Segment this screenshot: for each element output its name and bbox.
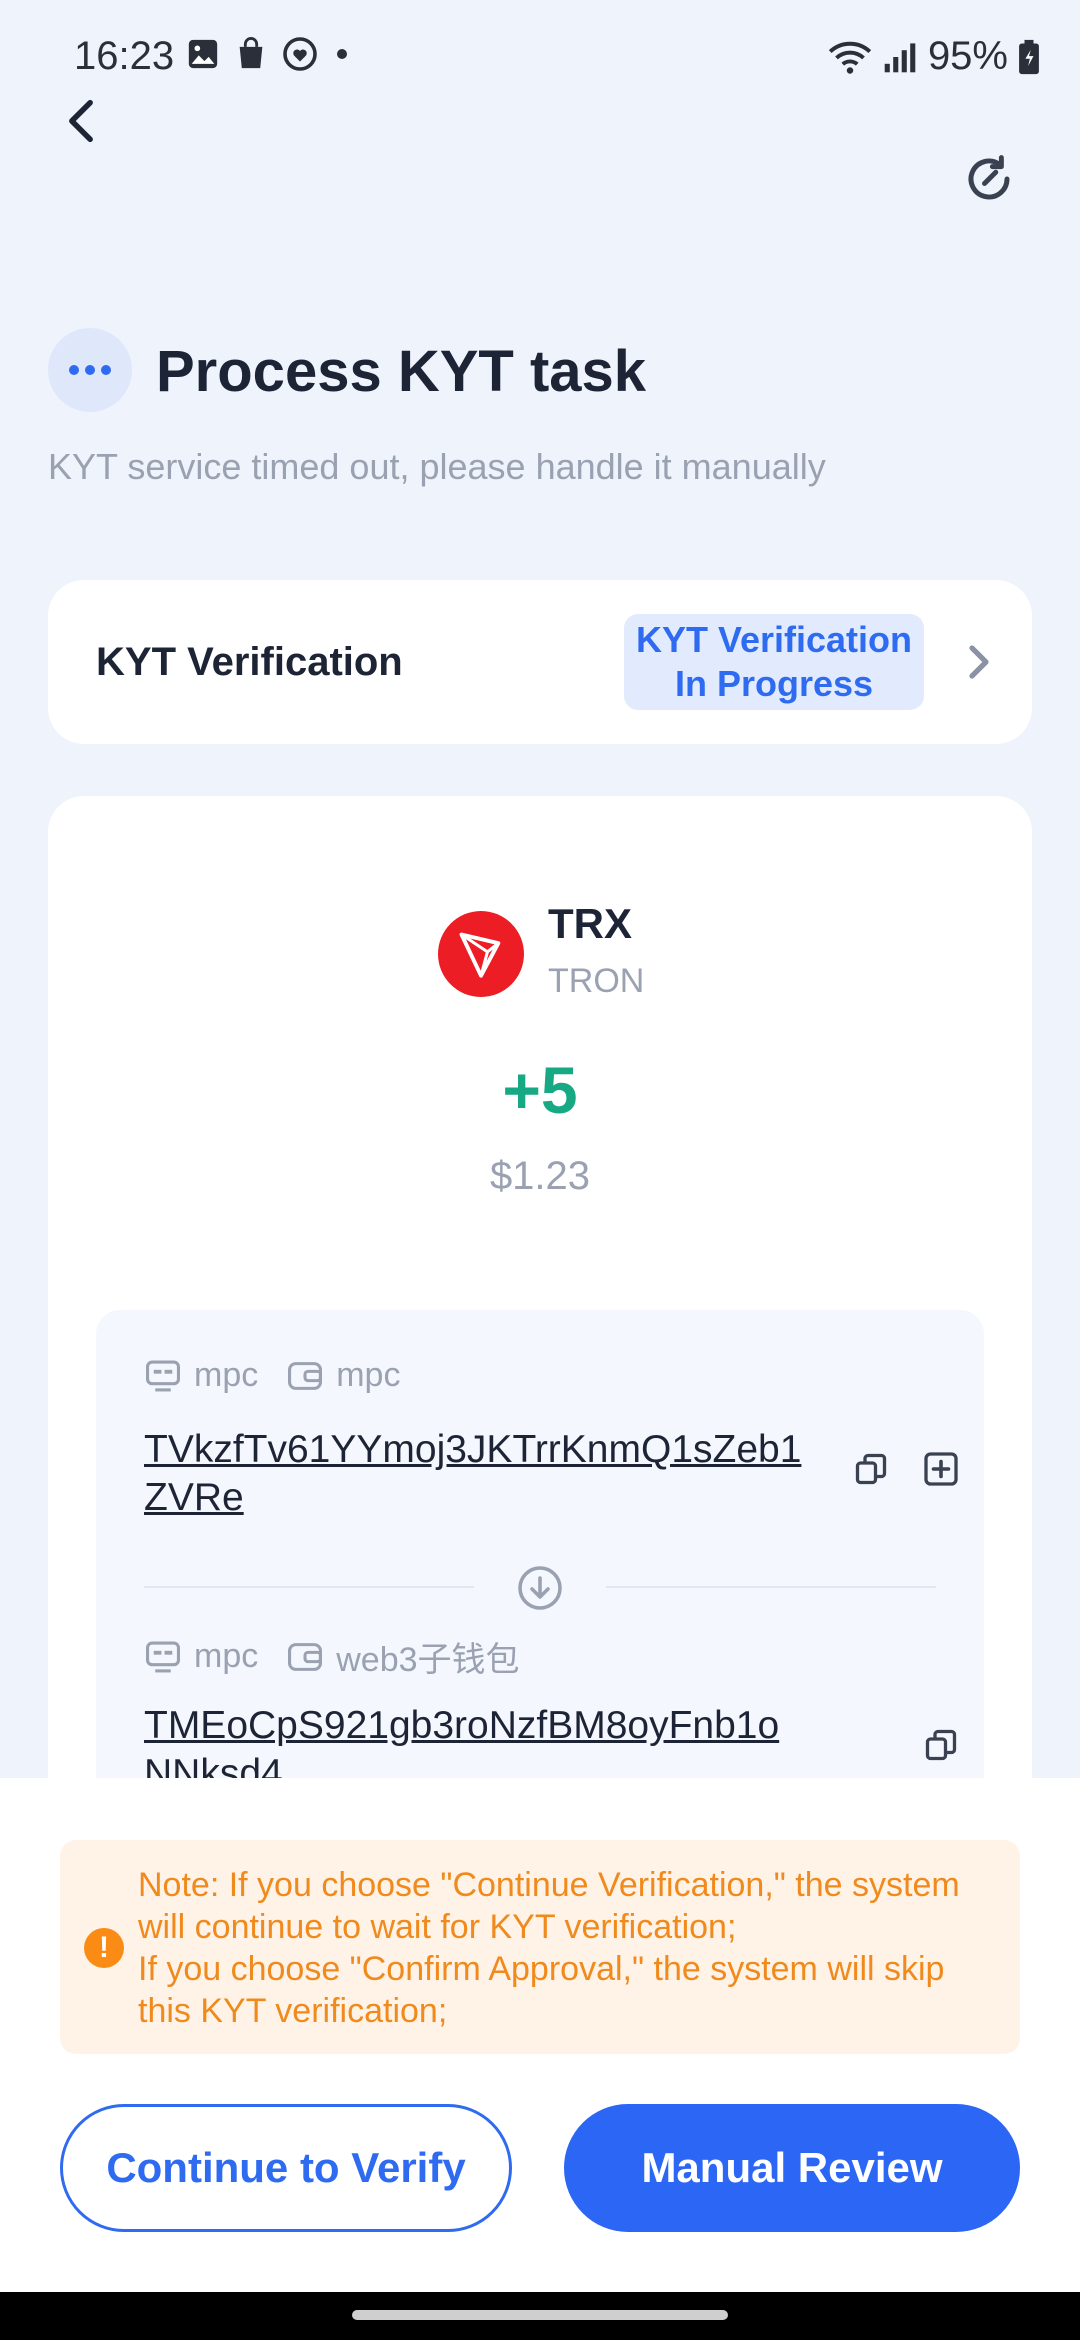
note-line-2: If you choose "Confirm Approval," the sy… bbox=[138, 1950, 945, 2030]
status-time: 16:23 bbox=[74, 34, 175, 78]
kyt-verification-label: KYT Verification bbox=[96, 640, 403, 684]
page-title: Process KYT task bbox=[156, 339, 647, 404]
to-account-tag: mpc bbox=[194, 1637, 259, 1675]
heart-badge-icon bbox=[283, 37, 317, 71]
warning-icon: ! bbox=[84, 1928, 124, 1968]
battery-icon bbox=[1019, 39, 1039, 74]
account-icon bbox=[144, 1359, 182, 1393]
signal-icon bbox=[884, 42, 916, 72]
from-address[interactable]: TVkzfTv61YYmoj3JKTrrKnmQ1sZeb1ZVRe bbox=[144, 1426, 804, 1522]
to-tags: mpc web3子钱包 bbox=[144, 1632, 548, 1681]
add-box-icon bbox=[924, 1452, 958, 1486]
divider-left bbox=[144, 1586, 474, 1588]
tron-triangle-icon bbox=[459, 932, 501, 978]
manual-review-button[interactable]: Manual Review bbox=[564, 2104, 1020, 2232]
from-wallet-tag: mpc bbox=[336, 1356, 401, 1394]
to-wallet-tag: web3子钱包 bbox=[336, 1641, 520, 1679]
wallet-icon bbox=[286, 1359, 324, 1393]
note-box: ! Note: If you choose "Continue Verifica… bbox=[60, 1840, 1020, 2054]
transaction-amount: +5 bbox=[502, 1053, 578, 1127]
shopping-bag-icon bbox=[239, 37, 263, 69]
page-subtitle: KYT service timed out, please handle it … bbox=[48, 446, 826, 487]
kyt-status-line2: In Progress bbox=[674, 663, 874, 704]
from-account-tag: mpc bbox=[194, 1356, 259, 1394]
add-address-button[interactable] bbox=[916, 1444, 966, 1494]
chevron-right-icon bbox=[969, 645, 989, 679]
gallery-icon bbox=[188, 39, 218, 69]
note-line-1: Note: If you choose "Continue Verificati… bbox=[138, 1866, 960, 1946]
task-status-icon bbox=[48, 328, 132, 412]
account-icon bbox=[144, 1640, 182, 1674]
status-system-icons: 95% bbox=[828, 34, 1040, 79]
copy-icon bbox=[925, 1729, 957, 1761]
copy-from-address-button[interactable] bbox=[846, 1444, 896, 1494]
battery-percent: 95% bbox=[927, 34, 1008, 78]
coin-symbol: TRX bbox=[548, 900, 632, 947]
kyt-status-line1: KYT Verification bbox=[635, 619, 913, 660]
status-notification-icons bbox=[186, 36, 352, 72]
home-indicator[interactable] bbox=[352, 2310, 728, 2320]
wifi-icon bbox=[828, 41, 872, 74]
refresh-icon bbox=[968, 155, 1010, 200]
bottom-action-sheet: ! Note: If you choose "Continue Verifica… bbox=[0, 1778, 1080, 2292]
copy-icon bbox=[855, 1453, 887, 1485]
divider-right bbox=[606, 1586, 936, 1588]
kyt-verification-row[interactable]: KYT Verification KYT Verification In Pro… bbox=[48, 580, 1032, 744]
arrow-down-circle-icon bbox=[516, 1564, 564, 1612]
system-nav-bar bbox=[0, 2292, 1080, 2340]
tron-logo-icon bbox=[438, 911, 524, 997]
dot-icon bbox=[337, 49, 347, 59]
wallet-icon bbox=[286, 1640, 324, 1674]
copy-to-address-button[interactable] bbox=[916, 1720, 966, 1770]
chevron-left-icon bbox=[69, 99, 93, 143]
coin-network: TRON bbox=[548, 962, 645, 1000]
from-tags: mpc mpc bbox=[144, 1356, 428, 1395]
fiat-value: $1.23 bbox=[489, 1154, 591, 1198]
note-text: Note: If you choose "Continue Verificati… bbox=[138, 1864, 998, 2032]
kyt-status-badge: KYT Verification In Progress bbox=[624, 614, 924, 710]
more-dots-icon bbox=[69, 365, 111, 375]
continue-to-verify-button[interactable]: Continue to Verify bbox=[60, 2104, 512, 2232]
refresh-button[interactable] bbox=[960, 150, 1018, 208]
back-button[interactable] bbox=[56, 96, 106, 146]
